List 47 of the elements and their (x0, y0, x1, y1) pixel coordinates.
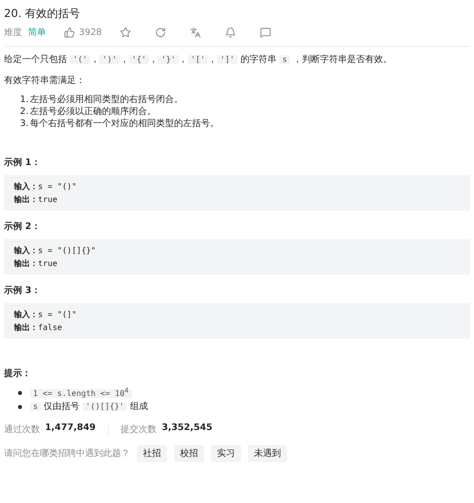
input-label: 输入： (14, 246, 38, 256)
stat-value: 3,352,545 (162, 423, 212, 436)
list-number: 2. (20, 106, 30, 118)
stat-value: 1,477,849 (45, 423, 96, 436)
output-label: 输出： (14, 323, 38, 332)
output-label: 输出： (14, 195, 38, 204)
survey-option-button[interactable]: 实习 (211, 445, 241, 462)
output-value: true (38, 195, 58, 204)
rule-text: 每个右括号都有一个对应的相同类型的左括号。 (30, 118, 219, 130)
output-label: 输出： (14, 259, 38, 268)
thumbs-up-icon[interactable] (64, 27, 75, 38)
input-label: 输入： (14, 310, 38, 320)
list-number: 3. (20, 118, 30, 130)
example-heading: 示例 3： (4, 284, 42, 298)
bullet-icon (18, 390, 22, 395)
star-icon[interactable] (120, 27, 131, 38)
survey-option-button[interactable]: 未遇到 (248, 445, 287, 462)
output-value: false (38, 323, 62, 332)
stat-label: 通过次数 (4, 424, 40, 436)
input-label: 输入： (14, 182, 38, 192)
bullet-icon (18, 404, 22, 409)
bell-icon[interactable] (224, 27, 236, 38)
rules-heading: 有效字符串需满足： (4, 74, 86, 88)
example-heading: 示例 1： (4, 156, 42, 170)
comment-icon[interactable] (260, 27, 271, 38)
hint-text: 1 <= s.length <= 10$^{4}$ (30, 386, 132, 400)
survey-option-button[interactable]: 社招 (137, 445, 167, 462)
problem-description: 给定一个只包括 '(' ， ')' ， '{' ， '}' ， '[' ， ']' 的字符串 s ，判断字符串是否有效。 (4, 54, 394, 67)
problem-title: 20. 有效的括号 (4, 6, 81, 21)
like-count: 3928 (79, 28, 102, 38)
survey-option-button[interactable]: 校招 (174, 445, 204, 462)
input-value: s = "(]" (38, 310, 77, 320)
input-value: s = "()[]{}" (38, 246, 96, 256)
output-value: true (38, 259, 58, 268)
survey-question: 请问您在哪类招聘中遇到此题？ (4, 448, 130, 460)
input-value: s = "()" (38, 182, 77, 192)
difficulty-value: 简单 (28, 26, 46, 39)
difficulty-label: 难度 (4, 26, 22, 39)
rule-text: 左括号必须以正确的顺序闭合。 (30, 106, 156, 118)
refresh-icon[interactable] (154, 27, 166, 38)
translate-icon[interactable] (190, 27, 201, 38)
rule-text: 左括号必须用相同类型的右括号闭合。 (30, 94, 183, 106)
hints-heading: 提示： (4, 368, 32, 380)
example-heading: 示例 2： (4, 220, 42, 234)
stat-label: 提交次数 (120, 424, 157, 436)
hint-text: s 仅由括号 '()[]{}' 组成 (30, 400, 148, 414)
list-number: 1. (20, 94, 30, 106)
